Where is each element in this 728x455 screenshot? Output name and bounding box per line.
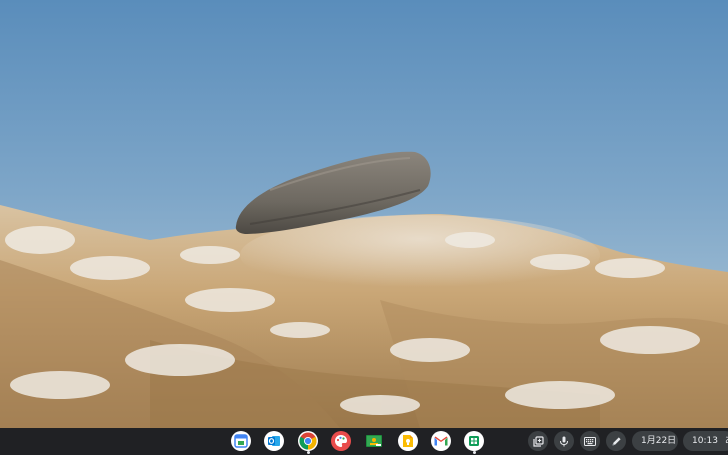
chrome-icon xyxy=(299,432,317,450)
palette-app[interactable] xyxy=(331,431,351,451)
running-indicator xyxy=(472,451,476,454)
palette-icon xyxy=(335,435,347,447)
sheets-icon xyxy=(469,436,479,446)
chrome-app[interactable] xyxy=(298,431,318,454)
screen-capture-icon xyxy=(532,435,544,447)
stylus-tools-button[interactable] xyxy=(606,431,626,451)
date-tray[interactable]: 1月22日 xyxy=(632,431,678,451)
wallpaper xyxy=(0,0,728,428)
keep-app[interactable] xyxy=(398,431,418,451)
status-area-clock[interactable]: 10:13 あ xyxy=(683,431,728,451)
shelf: 1月22日 10:13 あ xyxy=(0,428,728,455)
screen-capture-button[interactable] xyxy=(528,431,548,451)
classroom-app[interactable] xyxy=(364,431,384,451)
outlook-icon xyxy=(268,436,280,446)
gmail-icon xyxy=(434,436,448,446)
keep-icon xyxy=(403,435,413,447)
calendar-icon xyxy=(234,434,248,448)
virtual-keyboard-button[interactable] xyxy=(580,431,600,451)
desktop: 1月22日 10:13 あ xyxy=(0,0,728,455)
classroom-icon xyxy=(366,435,382,447)
time-label: 10:13 xyxy=(692,436,718,446)
keyboard-icon xyxy=(584,436,596,446)
stylus-icon xyxy=(612,436,621,445)
dictation-button[interactable] xyxy=(554,431,574,451)
microphone-icon xyxy=(560,436,568,446)
calendar-app[interactable] xyxy=(231,431,251,451)
date-label: 1月22日 xyxy=(641,436,677,446)
outlook-app[interactable] xyxy=(264,431,284,451)
sheets-app[interactable] xyxy=(464,431,484,454)
gmail-app[interactable] xyxy=(431,431,451,451)
running-indicator xyxy=(306,451,310,454)
